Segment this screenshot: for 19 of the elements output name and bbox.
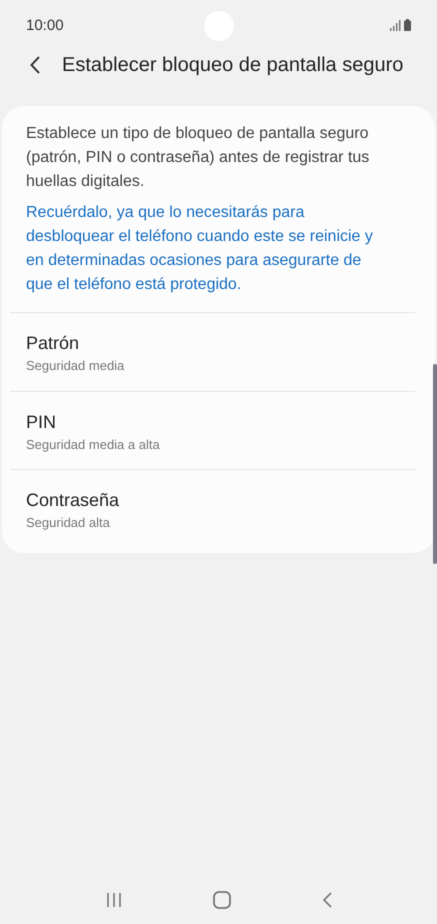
signal-icon [390,20,401,30]
option-subtitle: Seguridad alta [26,515,111,530]
lock-option[interactable]: PIN Seguridad media a alta [10,391,415,469]
rounded-square-icon [212,891,230,909]
battery-icon [404,19,411,31]
three-bars-icon [106,892,122,908]
option-title: Patrón [26,333,80,354]
status-time: 10:00 [26,16,64,34]
option-title: PIN [26,412,58,433]
intro-text: Establece un tipo de bloqueo de pantalla seguro (patrón, PIN o contraseña) antes de registrar tus huellas digitales. [25,124,370,192]
lock-option[interactable]: Contraseña Seguridad alta [10,469,415,547]
option-subtitle: Seguridad media [26,358,126,373]
option-title: Contraseña [26,490,120,511]
lock-option[interactable]: Patrón Seguridad media [10,313,415,391]
chevron-left-icon [322,891,332,909]
note-text: Recuérdalo, ya que lo necesitarás para desbloquear el teléfono cuando este se reinicie y en determinadas ocasiones para asegurarte de que el teléfono está protegido. [25,203,374,295]
option-subtitle: Seguridad media a alta [26,437,161,452]
back-icon [30,56,40,74]
page-title: Establecer bloqueo de pantalla seguro [62,54,404,76]
